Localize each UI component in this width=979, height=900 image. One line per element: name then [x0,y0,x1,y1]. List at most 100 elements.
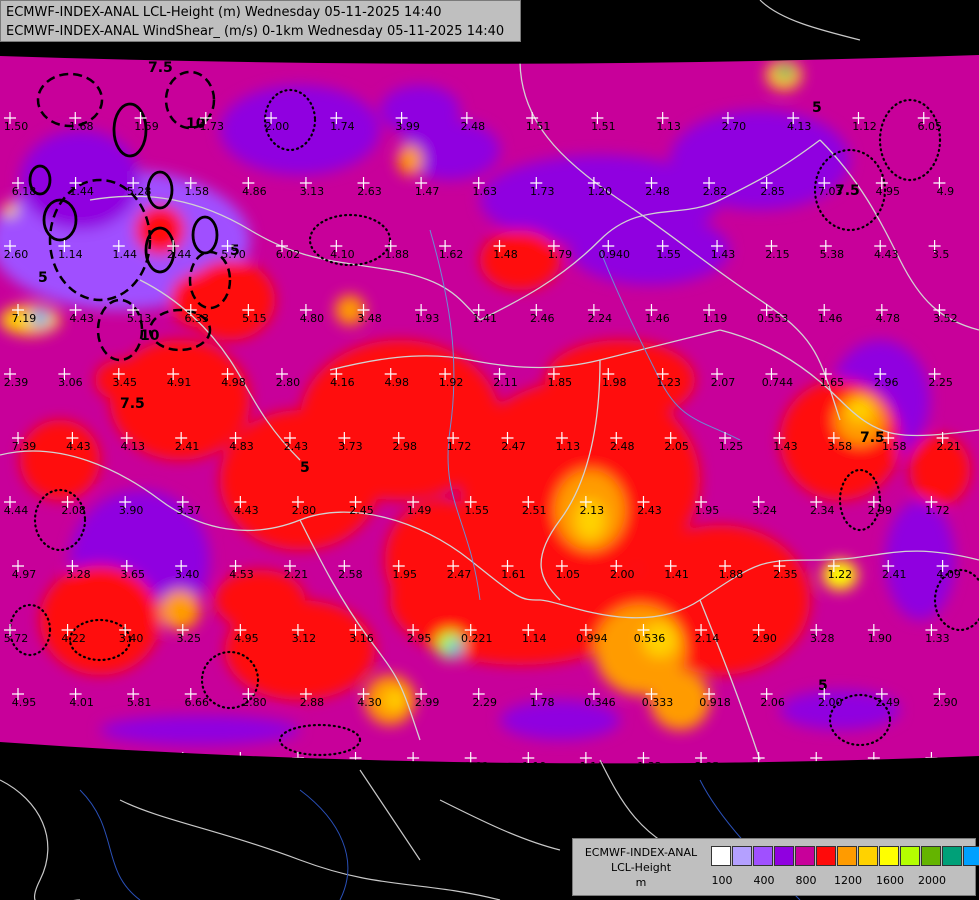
value-label: 1.98 [602,376,627,389]
value-label: 4.16 [330,376,355,389]
value-label: 3.73 [338,440,363,453]
value-label: 1.63 [472,185,497,198]
value-label: 1.59 [134,120,159,133]
value-label: 2.41 [882,568,907,581]
legend-caption: ECMWF-INDEX-ANAL LCL-Height m [577,845,705,890]
value-label: 4.10 [330,248,355,261]
field-blob [40,565,160,675]
value-label: 2.48 [645,185,670,198]
value-label: 5.38 [820,248,845,261]
value-label: 2.08 [61,504,86,517]
legend-swatch [816,846,836,866]
value-label: 6.33 [185,312,210,325]
value-label: 1.92 [439,376,464,389]
value-label: 2.00 [610,568,635,581]
legend-field: LCL-Height [610,861,672,874]
value-label: 4.9 [937,185,955,198]
value-label: 1.79 [548,248,573,261]
value-label: 2.25 [928,376,953,389]
value-label: 1.58 [185,185,210,198]
value-label: 1.33 [925,632,950,645]
value-label: 1.46 [818,312,843,325]
value-label: 4.83 [229,440,254,453]
value-label: 6.05 [917,120,942,133]
value-label: 1.78 [530,696,555,709]
value-label: 4.44 [4,504,29,517]
value-label: 3.16 [349,632,374,645]
value-label: 1.55 [464,504,489,517]
value-label: 2.45 [349,504,374,517]
value-label: 1.90 [868,632,893,645]
legend-swatches [711,846,979,867]
value-label: 1.41 [472,312,497,325]
value-label: 1.47 [415,185,440,198]
value-label: 5.70 [221,248,246,261]
field-blob [100,715,300,745]
contour-label: 5 [818,678,828,694]
legend-swatch [732,846,752,866]
value-label: 3.52 [933,312,958,325]
legend-swatch [963,846,979,866]
value-label: 1.61 [501,568,526,581]
value-label: 6.66 [185,696,210,709]
value-label: 1.14 [58,248,83,261]
value-label: 4.95 [12,696,37,709]
field-blob [20,130,140,230]
value-label: 4.98 [221,376,246,389]
value-label: 4.78 [876,312,901,325]
value-label: 1.55 [656,248,681,261]
value-label: 2.47 [447,568,472,581]
value-label: 2.07 [711,376,736,389]
value-label: 1.13 [656,120,681,133]
value-label: 2.35 [773,568,798,581]
value-label: 2.96 [874,376,899,389]
value-label: 4.53 [229,568,254,581]
legend-swatch [900,846,920,866]
value-label: 0.553 [757,312,789,325]
contour-label: 5 [812,100,822,116]
legend-swatch [753,846,773,866]
value-label: 2.21 [284,568,309,581]
legend-swatch [858,846,878,866]
value-label: 0.221 [461,632,493,645]
value-label: 4.43 [69,312,94,325]
legend-tick-label: 2000 [918,874,946,887]
value-label: 1.44 [113,248,138,261]
value-label: 1.20 [588,185,613,198]
value-label: 2.99 [868,504,893,517]
field-blob [220,410,380,550]
contour-label: 7.5 [148,60,173,76]
value-label: 3.40 [119,632,144,645]
value-label: 3.65 [121,568,146,581]
value-label: 1.50 [4,120,29,133]
legend-swatch [942,846,962,866]
value-label: 1.88 [384,248,409,261]
value-label: 1.93 [415,312,440,325]
value-label: 3.28 [66,568,91,581]
legend-swatch [921,846,941,866]
value-label: 2.29 [472,696,497,709]
value-label: 6.18 [12,185,37,198]
legend-unit: m [635,876,647,889]
value-label: 2.48 [610,440,635,453]
value-label: 3.13 [300,185,325,198]
field-blob [20,420,100,500]
value-label: 4.13 [787,120,812,133]
value-label: 4.97 [12,568,37,581]
value-label: 1.62 [439,248,464,261]
value-label: 3.37 [177,504,202,517]
value-label: 1.14 [522,632,547,645]
value-label: 4.95 [876,185,901,198]
value-label: 4.09 [936,568,961,581]
value-label: 0.536 [634,632,666,645]
value-label: 1.68 [69,120,94,133]
value-label: 2.80 [276,376,301,389]
field-blob [777,65,793,79]
value-label: 1.43 [773,440,798,453]
value-label: 3.45 [113,376,138,389]
field-blob [380,85,460,135]
legend-swatch [774,846,794,866]
value-label: 4.80 [300,312,325,325]
value-label: 4.30 [357,696,382,709]
value-label: 0.994 [576,632,608,645]
